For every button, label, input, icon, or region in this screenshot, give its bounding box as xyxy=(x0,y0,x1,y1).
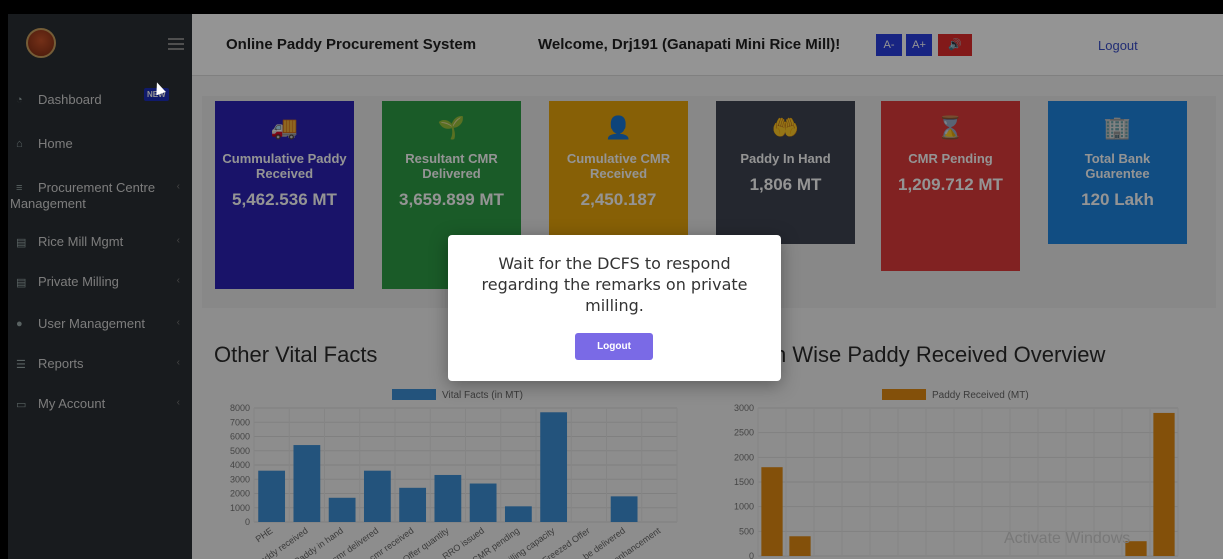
screen-frame: Online Paddy Procurement System Welcome,… xyxy=(0,0,1223,559)
app-window: Online Paddy Procurement System Welcome,… xyxy=(8,14,1223,559)
alert-modal: Wait for the DCFS to respond regarding t… xyxy=(448,235,781,381)
modal-logout-button[interactable]: Logout xyxy=(575,333,653,360)
modal-message: Wait for the DCFS to respond regarding t… xyxy=(481,254,748,315)
